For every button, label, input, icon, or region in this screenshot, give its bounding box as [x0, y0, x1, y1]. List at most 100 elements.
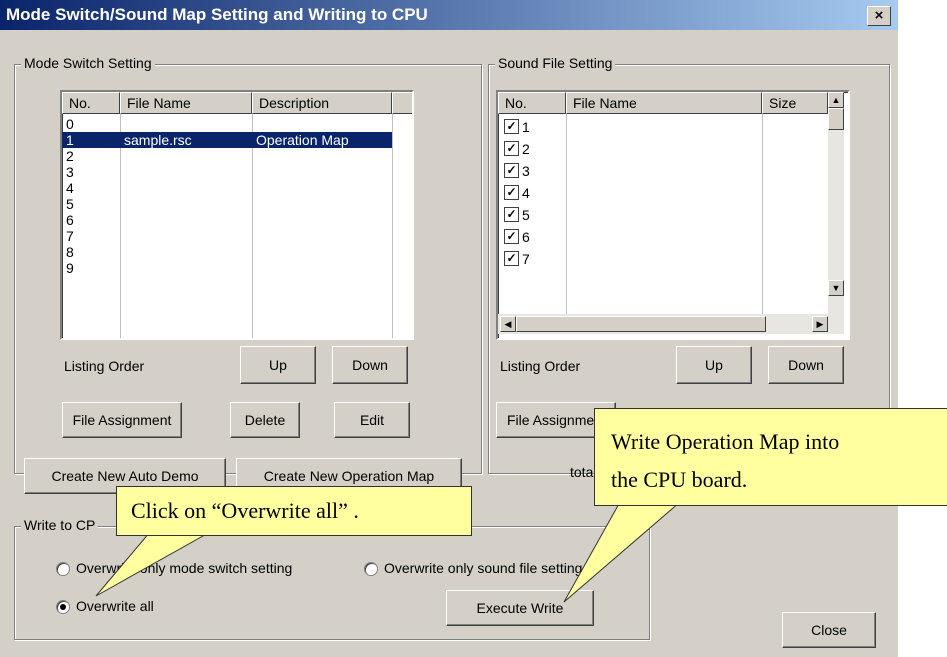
cell-desc: [252, 228, 396, 244]
callout-overwrite-all-text: Click on “Overwrite all” .: [131, 498, 359, 523]
table-row[interactable]: 9: [62, 260, 392, 276]
overwrite-all-label[interactable]: Overwrite all: [76, 598, 154, 614]
radio-selected-dot: [60, 604, 66, 610]
list-item[interactable]: ✓ 1: [498, 118, 828, 138]
cell-desc: [252, 164, 396, 180]
cell-no: 1: [522, 119, 530, 135]
scroll-right-icon[interactable]: ▶: [812, 316, 828, 332]
mode-delete-button[interactable]: Delete: [230, 402, 300, 438]
mode-switch-group-title: Mode Switch Setting: [21, 55, 155, 71]
checkbox[interactable]: ✓: [504, 251, 519, 266]
checkbox[interactable]: ✓: [504, 207, 519, 222]
cell-no: 2: [522, 141, 530, 157]
table-row[interactable]: 5: [62, 196, 392, 212]
table-row[interactable]: 6: [62, 212, 392, 228]
column-header-description[interactable]: Description: [252, 92, 392, 114]
cell-file: [120, 164, 256, 180]
callout-write-map-line1: Write Operation Map into: [611, 429, 840, 454]
cell-no: 4: [522, 185, 530, 201]
radio-overwrite-all[interactable]: [56, 600, 70, 614]
cell-desc: [252, 116, 396, 132]
cell-no: 3: [66, 164, 74, 180]
cell-no: 3: [522, 163, 530, 179]
cell-no: 5: [66, 196, 74, 212]
mode-listing-order-label: Listing Order: [64, 358, 145, 374]
table-row[interactable]: 2: [62, 148, 392, 164]
mode-switch-list[interactable]: No. File Name Description 0 1 sample.rsc Op…: [60, 90, 414, 340]
table-row[interactable]: 0: [62, 116, 392, 132]
callout-write-map-line2: the CPU board.: [611, 467, 748, 492]
mode-down-button[interactable]: Down: [332, 346, 408, 384]
execute-write-button[interactable]: Execute Write: [446, 590, 594, 626]
cell-desc: [252, 196, 396, 212]
cell-file: [120, 260, 256, 276]
column-header-no[interactable]: No.: [62, 92, 120, 114]
scroll-up-icon[interactable]: ▲: [828, 92, 844, 108]
cell-desc: [252, 244, 396, 260]
title-bar[interactable]: Mode Switch/Sound Map Setting and Writin…: [0, 0, 898, 30]
cell-no: 5: [522, 207, 530, 223]
radio-overwrite-sound-file[interactable]: [364, 562, 378, 576]
sound-column-header-no[interactable]: No.: [498, 92, 566, 114]
overwrite-mode-switch-label[interactable]: Overwrite only mode switch setting: [76, 560, 292, 576]
checkbox[interactable]: ✓: [504, 229, 519, 244]
scroll-thumb[interactable]: [828, 108, 844, 130]
close-icon[interactable]: ×: [867, 6, 891, 26]
cell-file: [120, 148, 256, 164]
column-header-file-name[interactable]: File Name: [120, 92, 252, 114]
cell-no: 8: [66, 244, 74, 260]
horizontal-scrollbar[interactable]: ◀ ▶: [498, 314, 844, 334]
radio-overwrite-mode-switch[interactable]: [56, 562, 70, 576]
scroll-down-icon[interactable]: ▼: [828, 280, 844, 296]
cell-desc: [252, 148, 396, 164]
checkbox[interactable]: ✓: [504, 185, 519, 200]
table-row[interactable]: 7: [62, 228, 392, 244]
cell-desc: [252, 260, 396, 276]
dialog-window: Mode Switch/Sound Map Setting and Writin…: [0, 0, 898, 657]
cell-desc: [252, 180, 396, 196]
cell-no: 9: [66, 260, 74, 276]
cell-file: [120, 244, 256, 260]
cell-file: [120, 212, 256, 228]
cell-file: [120, 196, 256, 212]
sound-column-header-size[interactable]: Size: [762, 92, 828, 114]
sound-file-list[interactable]: No. File Name Size ✓ 1 ✓ 2 ✓ 3 ✓ 4 ✓ 5 ✓ 6 ✓ 7 ▲ ▼ ◀ …: [496, 90, 850, 340]
mode-file-assignment-button[interactable]: File Assignment: [62, 402, 182, 438]
cell-no: 6: [522, 229, 530, 245]
scroll-left-icon[interactable]: ◀: [500, 316, 516, 332]
overwrite-sound-file-label[interactable]: Overwrite only sound file setting: [384, 560, 582, 576]
list-item[interactable]: ✓ 5: [498, 206, 828, 226]
window-title: Mode Switch/Sound Map Setting and Writin…: [6, 5, 428, 24]
list-item[interactable]: ✓ 3: [498, 162, 828, 182]
cell-no: 7: [522, 251, 530, 267]
table-row[interactable]: 3: [62, 164, 392, 180]
sound-column-header-file-name[interactable]: File Name: [566, 92, 762, 114]
cell-file: sample.rsc: [124, 132, 192, 148]
cell-no: 0: [66, 116, 74, 132]
close-button[interactable]: Close: [782, 612, 876, 648]
sound-file-group-title: Sound File Setting: [495, 55, 616, 71]
checkbox[interactable]: ✓: [504, 163, 519, 178]
cell-file: [120, 116, 256, 132]
sound-up-button[interactable]: Up: [676, 346, 752, 384]
table-row[interactable]: 1 sample.rsc Operation Map: [62, 132, 392, 148]
cell-desc: [252, 212, 396, 228]
cell-desc: Operation Map: [256, 132, 349, 148]
sound-down-button[interactable]: Down: [768, 346, 844, 384]
table-row[interactable]: 4: [62, 180, 392, 196]
vertical-scrollbar[interactable]: ▲ ▼: [828, 92, 844, 314]
cell-no: 6: [66, 212, 74, 228]
list-item[interactable]: ✓ 4: [498, 184, 828, 204]
mode-up-button[interactable]: Up: [240, 346, 316, 384]
cell-no: 1: [66, 132, 74, 148]
checkbox[interactable]: ✓: [504, 141, 519, 156]
list-item[interactable]: ✓ 2: [498, 140, 828, 160]
mode-edit-button[interactable]: Edit: [334, 402, 410, 438]
cell-no: 4: [66, 180, 74, 196]
table-row[interactable]: 8: [62, 244, 392, 260]
scroll-thumb-horizontal[interactable]: [516, 316, 766, 332]
list-item[interactable]: ✓ 6: [498, 228, 828, 248]
cell-file: [120, 180, 256, 196]
checkbox[interactable]: ✓: [504, 119, 519, 134]
list-item[interactable]: ✓ 7: [498, 250, 828, 270]
